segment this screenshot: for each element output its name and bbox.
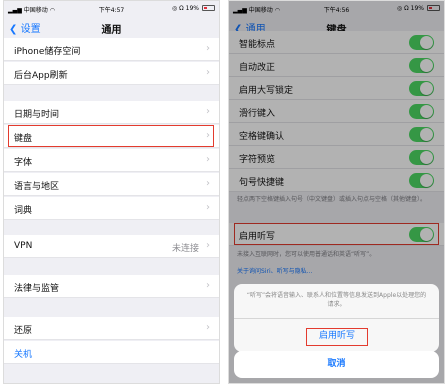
chevron-right-icon: › <box>206 106 210 117</box>
chevron-right-icon: › <box>206 240 210 251</box>
chevron-right-icon: › <box>206 43 210 54</box>
dictation-action-sheet: “听写”会将语音输入、联系人和位置等信息发送到Apple以处理您的请求。 启用听… <box>234 284 439 352</box>
cancel-button[interactable]: 取消 <box>234 351 439 378</box>
chevron-right-icon: › <box>206 202 210 213</box>
chevron-right-icon: › <box>206 280 210 291</box>
vpn-status: 未连接 <box>171 244 199 254</box>
status-bar: ▂▄▆ 中国移动 ◠ 下午4:57 ◎ Ω 19% <box>4 1 219 17</box>
list-item-dictionary[interactable]: 词典 › <box>4 197 219 220</box>
list-item-font[interactable]: 字体 › <box>4 149 219 172</box>
list-item-storage[interactable]: iPhone储存空间 › <box>4 38 219 61</box>
sheet-divider <box>234 318 439 319</box>
headphone-icon: Ω <box>179 5 184 12</box>
general-settings-screen: ▂▄▆ 中国移动 ◠ 下午4:57 ◎ Ω 19% ❮ 设置 通用 iPhone… <box>3 0 220 384</box>
battery-percent: ◎ Ω 19% <box>171 5 199 12</box>
list-item-vpn[interactable]: VPN 未连接 › <box>4 235 219 258</box>
shutdown-button[interactable]: 关机 <box>4 341 219 364</box>
keyboard-settings-screen: ▂▄▆ 中国移动 ◠ 下午4:56 ◎ Ω 19% ❮ 通用 键盘 智能标点 自… <box>228 0 445 384</box>
chevron-right-icon: › <box>206 67 210 78</box>
nav-bar: ❮ 设置 通用 <box>4 17 219 37</box>
list-item-reset[interactable]: 还原 › <box>4 317 219 340</box>
enable-dictation-button[interactable]: 启用听写 <box>306 328 368 346</box>
sheet-message: “听写”会将语音输入、联系人和位置等信息发送到Apple以处理您的请求。 <box>246 292 427 308</box>
chevron-right-icon: › <box>206 130 210 141</box>
list-item-keyboard[interactable]: 键盘 › <box>4 125 219 148</box>
list-item-date-time[interactable]: 日期与时间 › <box>4 101 219 124</box>
list-item-legal[interactable]: 法律与监管 › <box>4 275 219 298</box>
list-item-background-refresh[interactable]: 后台App刷新 › <box>4 62 219 85</box>
page-title: 通用 <box>101 25 122 36</box>
list-item-language-region[interactable]: 语言与地区 › <box>4 173 219 196</box>
chevron-right-icon: › <box>206 178 210 189</box>
chevron-right-icon: › <box>206 154 210 165</box>
battery-icon <box>202 5 215 11</box>
chevron-right-icon: › <box>206 322 210 333</box>
location-icon: ◎ <box>171 5 178 12</box>
